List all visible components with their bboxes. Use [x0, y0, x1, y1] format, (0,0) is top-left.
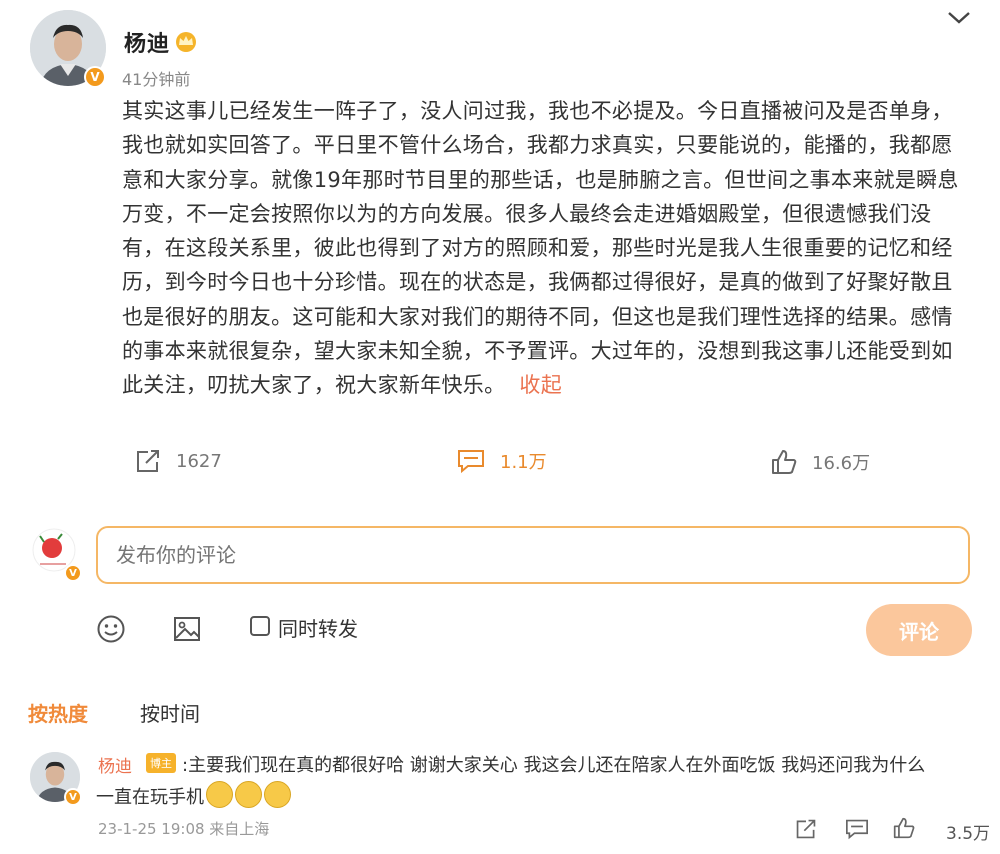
like-icon	[772, 450, 797, 474]
repost-checkbox[interactable]	[250, 616, 270, 636]
repost-count: 1627	[176, 450, 222, 472]
comment-input[interactable]	[96, 526, 970, 584]
comment-text-tail: 一直在玩手机	[96, 787, 204, 808]
chevron-down-icon[interactable]	[946, 8, 972, 32]
collapse-link[interactable]: 收起	[519, 373, 562, 397]
cry-emoji-icon	[235, 781, 262, 808]
repost-button[interactable]: 1627	[134, 448, 222, 474]
like-count: 16.6万	[812, 453, 871, 474]
comment-button[interactable]: 1.1万	[456, 448, 547, 474]
image-icon[interactable]	[172, 614, 202, 648]
repost-checkbox-label: 同时转发	[278, 617, 358, 641]
verified-icon: V	[64, 564, 82, 582]
comment-text-line2: 一直在玩手机	[96, 781, 291, 813]
comment-like-count: 3.5万	[946, 824, 991, 844]
cry-emoji-icon	[206, 781, 233, 808]
cry-emoji-icon	[264, 781, 291, 808]
commenter-name[interactable]: 杨迪	[98, 752, 132, 777]
submit-comment-button[interactable]: 评论	[866, 604, 972, 656]
post-body: 其实这事儿已经发生一阵子了，没人问过我，我也不必提及。今日直播被问及是否单身，我…	[122, 94, 972, 403]
post-time: 41分钟前	[122, 70, 191, 89]
comment-like-icon[interactable]	[892, 817, 916, 843]
author-name[interactable]: 杨迪	[124, 26, 170, 58]
author-badge: 博主	[146, 753, 176, 773]
sort-by-time-tab[interactable]: 按时间	[140, 698, 200, 727]
comment-repost-icon[interactable]	[794, 818, 818, 844]
comment-icon	[458, 450, 484, 474]
sort-by-hot-tab[interactable]: 按热度	[28, 698, 88, 727]
verified-icon: V	[84, 66, 106, 88]
comment-meta: 23-1-25 19:08 来自上海	[98, 820, 270, 838]
comment-text-line1: :主要我们现在真的都很好哈 谢谢大家关心 我这会儿还在陪家人在外面吃饭 我妈还问…	[182, 755, 926, 776]
comment-reply-icon[interactable]	[844, 818, 870, 844]
comment-count: 1.1万	[500, 452, 547, 473]
emoji-icon[interactable]	[96, 614, 126, 648]
verified-icon: V	[64, 788, 82, 806]
post-text: 其实这事儿已经发生一阵子了，没人问过我，我也不必提及。今日直播被问及是否单身，我…	[122, 99, 959, 398]
crown-icon	[174, 30, 198, 56]
like-button[interactable]: 16.6万	[770, 449, 870, 475]
repost-icon	[137, 450, 159, 472]
